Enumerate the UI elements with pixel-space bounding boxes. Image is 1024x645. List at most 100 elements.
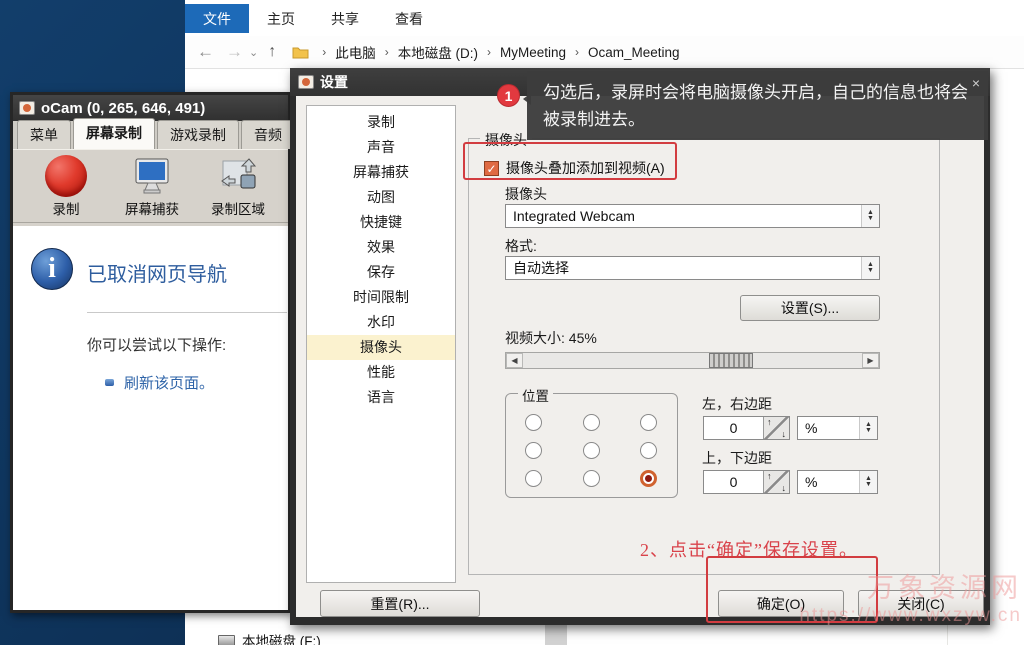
record-area-label: 录制区域 bbox=[211, 202, 265, 217]
position-radio-top-right[interactable] bbox=[640, 414, 657, 431]
breadcrumb-mymeeting[interactable]: MyMeeting bbox=[496, 43, 570, 62]
position-radio-bottom-left[interactable] bbox=[525, 470, 542, 487]
settings-nav-language[interactable]: 语言 bbox=[307, 385, 455, 410]
record-area-icon bbox=[216, 154, 260, 198]
camera-select-value: Integrated Webcam bbox=[513, 208, 635, 224]
top-bottom-margin-spinbox[interactable]: 0 ↑ ↓ bbox=[703, 470, 790, 494]
breadcrumb-drive-d[interactable]: 本地磁盘 (D:) bbox=[394, 40, 482, 64]
settings-nav-performance[interactable]: 性能 bbox=[307, 360, 455, 385]
settings-nav-gif[interactable]: 动图 bbox=[307, 185, 455, 210]
up-icon[interactable]: ↑ bbox=[268, 43, 276, 61]
position-radio-top-left[interactable] bbox=[525, 414, 542, 431]
position-radio-top-center[interactable] bbox=[583, 414, 600, 431]
top-bottom-unit-select[interactable]: % ▲ ▼ bbox=[797, 470, 878, 494]
top-bottom-margin-value[interactable]: 0 bbox=[704, 471, 763, 493]
breadcrumb-sep: › bbox=[322, 45, 327, 59]
position-radio-middle-center[interactable] bbox=[583, 442, 600, 459]
back-icon[interactable]: ← bbox=[197, 42, 214, 62]
spinner-updown-icon[interactable]: ↑ ↓ bbox=[763, 471, 789, 493]
camera-label: 摄像头 bbox=[505, 186, 547, 202]
settings-nav-screen-capture[interactable]: 屏幕捕获 bbox=[307, 160, 455, 185]
record-button[interactable]: 录制 bbox=[23, 154, 109, 222]
refresh-link-row: 刷新该页面。 bbox=[105, 372, 214, 393]
breadcrumb-sep: › bbox=[384, 45, 389, 59]
ocam-toolbar: 录制 屏幕捕获 录制区域 bbox=[13, 149, 288, 223]
history-dropdown-icon[interactable]: ⌄ bbox=[249, 46, 258, 59]
chevron-updown-icon[interactable]: ▲ ▼ bbox=[861, 205, 879, 227]
divider bbox=[87, 312, 287, 313]
ribbon-tab-share[interactable]: 共享 bbox=[313, 4, 377, 33]
annotation-tooltip: 勾选后，录屏时会将电脑摄像头开启，自己的信息也将会被录制进去。 × bbox=[523, 71, 988, 140]
camera-settings-button[interactable]: 设置(S)... bbox=[740, 295, 880, 321]
settings-nav-sound[interactable]: 声音 bbox=[307, 135, 455, 160]
record-label: 录制 bbox=[52, 202, 80, 217]
ocam-tab-game-record[interactable]: 游戏录制 bbox=[157, 120, 239, 149]
breadcrumb-this-pc[interactable]: 此电脑 bbox=[331, 40, 380, 64]
ocam-tab-screen-record[interactable]: 屏幕录制 bbox=[73, 118, 155, 149]
settings-nav-save[interactable]: 保存 bbox=[307, 260, 455, 285]
video-size-slider[interactable]: ◀ ▶ bbox=[505, 352, 880, 369]
nav-canceled-heading: 已取消网页导航 bbox=[87, 264, 227, 286]
refresh-page-link[interactable]: 刷新该页面。 bbox=[124, 372, 214, 393]
slider-track[interactable] bbox=[523, 353, 862, 368]
settings-app-icon bbox=[298, 75, 314, 89]
ocam-app-icon bbox=[19, 101, 35, 115]
settings-nav-record[interactable]: 录制 bbox=[307, 110, 455, 135]
ocam-tab-menu[interactable]: 菜单 bbox=[17, 120, 71, 149]
info-icon: i bbox=[31, 248, 73, 290]
slider-left-icon[interactable]: ◀ bbox=[506, 353, 523, 368]
sidebar-item-drive-f[interactable]: 本地磁盘 (F:) bbox=[218, 630, 321, 645]
tooltip-text: 勾选后，录屏时会将电脑摄像头开启，自己的信息也将会被录制进去。 bbox=[543, 83, 968, 130]
settings-nav-time-limit[interactable]: 时间限制 bbox=[307, 285, 455, 310]
screen-capture-button[interactable]: 屏幕捕获 bbox=[109, 154, 195, 222]
annotation-rect-ok-button bbox=[706, 556, 878, 623]
folder-icon bbox=[292, 47, 309, 59]
top-bottom-unit-value: % bbox=[805, 474, 818, 490]
format-select[interactable]: 自动选择 ▲ ▼ bbox=[505, 256, 880, 280]
position-groupbox bbox=[505, 393, 678, 498]
breadcrumb: › 此电脑 › 本地磁盘 (D:) › MyMeeting › Ocam_Mee… bbox=[292, 40, 683, 64]
format-label: 格式: bbox=[505, 238, 537, 254]
chevron-updown-icon[interactable]: ▲ ▼ bbox=[859, 417, 877, 439]
left-right-margin-value[interactable]: 0 bbox=[704, 417, 763, 439]
close-icon[interactable]: × bbox=[972, 72, 980, 94]
breadcrumb-sep: › bbox=[486, 45, 491, 59]
chevron-updown-icon[interactable]: ▲ ▼ bbox=[859, 471, 877, 493]
ocam-embedded-page: i 已取消网页导航 你可以尝试以下操作: 刷新该页面。 bbox=[13, 226, 288, 610]
breadcrumb-ocam-meeting[interactable]: Ocam_Meeting bbox=[584, 43, 684, 62]
drive-label: 本地磁盘 (F:) bbox=[242, 634, 321, 645]
slider-right-icon[interactable]: ▶ bbox=[862, 353, 879, 368]
settings-nav-hotkeys[interactable]: 快捷键 bbox=[307, 210, 455, 235]
ocam-title-text: oCam (0, 265, 646, 491) bbox=[41, 99, 206, 117]
drive-icon bbox=[218, 634, 235, 645]
spinner-updown-icon[interactable]: ↑ ↓ bbox=[763, 417, 789, 439]
settings-nav-webcam[interactable]: 摄像头 bbox=[307, 335, 455, 360]
ocam-window: oCam (0, 265, 646, 491) 菜单 屏幕录制 游戏录制 音频 … bbox=[10, 92, 295, 613]
position-radio-bottom-right[interactable] bbox=[640, 470, 657, 487]
ribbon-tab-file[interactable]: 文件 bbox=[185, 4, 249, 33]
reset-button[interactable]: 重置(R)... bbox=[320, 590, 480, 617]
position-radio-middle-right[interactable] bbox=[640, 442, 657, 459]
camera-select[interactable]: Integrated Webcam ▲ ▼ bbox=[505, 204, 880, 228]
video-size-label: 视频大小: 45% bbox=[505, 330, 597, 346]
position-radio-middle-left[interactable] bbox=[525, 442, 542, 459]
forward-icon[interactable]: → bbox=[226, 42, 243, 62]
settings-nav-list: 录制 声音 屏幕捕获 动图 快捷键 效果 保存 时间限制 水印 摄像头 性能 语… bbox=[306, 105, 456, 583]
settings-nav-effects[interactable]: 效果 bbox=[307, 235, 455, 260]
left-right-margin-spinbox[interactable]: 0 ↑ ↓ bbox=[703, 416, 790, 440]
ocam-tabbar: 菜单 屏幕录制 游戏录制 音频 bbox=[13, 118, 295, 149]
ribbon-tab-view[interactable]: 查看 bbox=[377, 4, 441, 33]
settings-nav-watermark[interactable]: 水印 bbox=[307, 310, 455, 335]
ribbon-tab-home[interactable]: 主页 bbox=[249, 4, 313, 33]
ocam-tab-audio[interactable]: 音频 bbox=[241, 120, 295, 149]
left-right-margin-label: 左，右边距 bbox=[702, 396, 772, 412]
annotation-rect-checkbox bbox=[463, 142, 677, 180]
screen-capture-label: 屏幕捕获 bbox=[125, 202, 179, 217]
record-area-button[interactable]: 录制区域 bbox=[195, 154, 281, 222]
chevron-updown-icon[interactable]: ▲ ▼ bbox=[861, 257, 879, 279]
bullet-icon bbox=[105, 379, 114, 386]
slider-thumb[interactable] bbox=[709, 353, 754, 368]
explorer-ribbon: 文件 主页 共享 查看 bbox=[185, 4, 441, 33]
position-radio-bottom-center[interactable] bbox=[583, 470, 600, 487]
left-right-unit-select[interactable]: % ▲ ▼ bbox=[797, 416, 878, 440]
